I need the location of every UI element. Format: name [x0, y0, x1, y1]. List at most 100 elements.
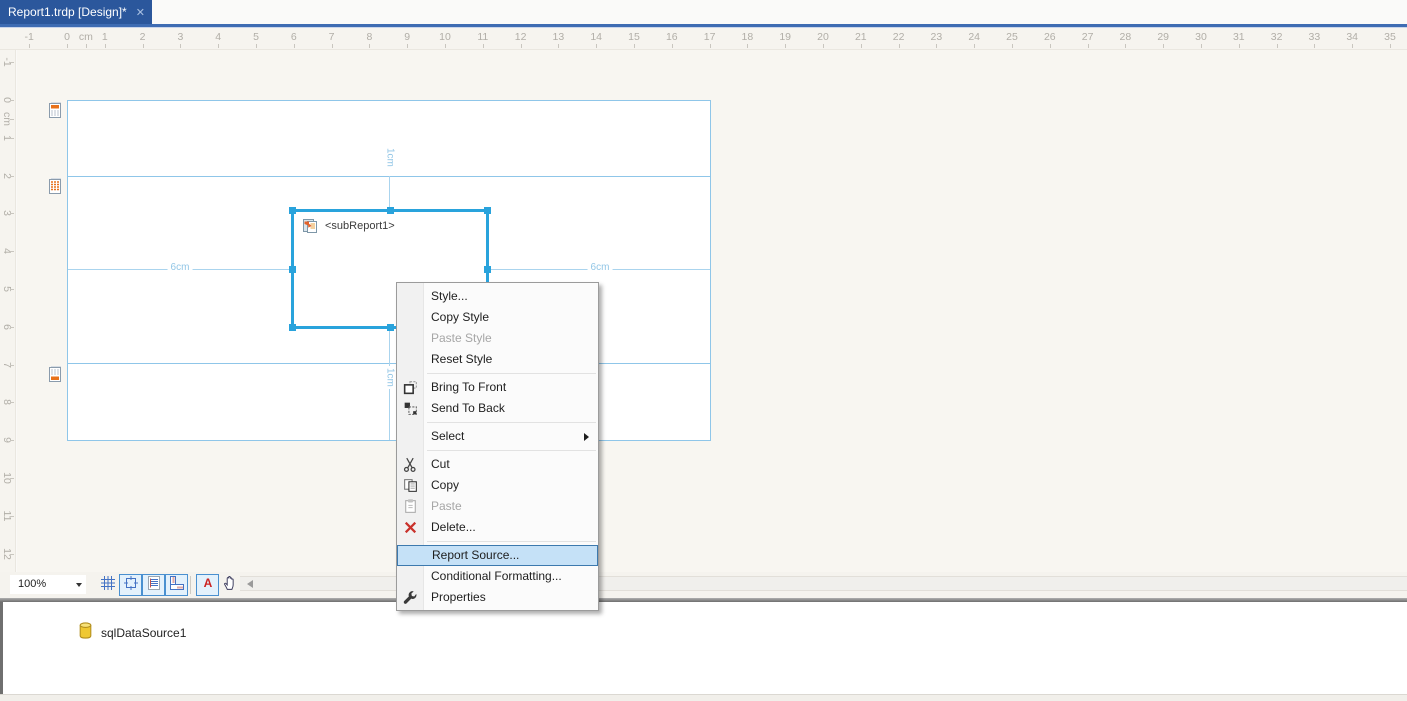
designer-toolbar: 100% A [0, 572, 1407, 598]
zoom-combobox[interactable]: 100% [10, 575, 86, 594]
h-ruler-label: 18 [741, 31, 754, 43]
ruler-tick [1049, 44, 1051, 48]
measure-line-top [389, 176, 390, 210]
menu-item-paste-style: Paste Style [397, 328, 598, 349]
menu-item-style[interactable]: Style... [397, 286, 598, 307]
section-selector-page-header[interactable] [47, 101, 64, 120]
selection-handle[interactable] [289, 324, 296, 331]
selection-handle[interactable] [386, 324, 394, 331]
ruler-tick [67, 44, 68, 48]
menu-item-label: Paste [431, 499, 462, 513]
bottom-border-strip [0, 694, 1407, 701]
h-ruler-label: 9 [404, 31, 411, 43]
ruler-tick [293, 44, 295, 48]
menu-item-reset-style[interactable]: Reset Style [397, 349, 598, 370]
selection-handle[interactable] [484, 265, 491, 273]
h-ruler-label: 31 [1232, 31, 1245, 43]
ruler-tick [29, 44, 31, 48]
measure-label-bottom: 1cm [384, 366, 396, 389]
menu-item-label: Paste Style [431, 331, 492, 345]
menu-item-conditional-formatting[interactable]: Conditional Formatting... [397, 566, 598, 587]
h-ruler-label: 8 [366, 31, 373, 43]
svg-text:A: A [203, 576, 212, 590]
ruler-tick [85, 44, 87, 48]
copy-icon [402, 477, 419, 494]
toolbar-button-snap-lines[interactable] [142, 574, 165, 596]
menu-item-select[interactable]: Select [397, 426, 598, 447]
ruler-tick [10, 213, 14, 215]
ruler-tick [1352, 44, 1354, 48]
menu-item-send-to-back[interactable]: Send To Back [397, 398, 598, 419]
h-ruler-label: 6 [290, 31, 297, 43]
toolbar-button-pan-tool[interactable] [219, 574, 242, 596]
hand-icon [222, 574, 239, 596]
cut-icon [402, 456, 419, 473]
selection-handle[interactable] [386, 207, 394, 214]
ruler-tick [10, 364, 14, 366]
ruler-tick [1201, 44, 1202, 48]
selection-handle[interactable] [289, 265, 296, 273]
toolbar-button-show-grid[interactable] [96, 574, 119, 596]
menu-item-cut[interactable]: Cut [397, 454, 598, 475]
section-selector-detail[interactable] [47, 177, 64, 196]
h-ruler-label: 28 [1119, 31, 1132, 43]
h-ruler-label: 35 [1384, 31, 1396, 43]
data-explorer-panel: sqlDataSource1 [0, 602, 1407, 694]
chevron-down-icon[interactable] [76, 583, 82, 587]
h-ruler-label: 12 [514, 31, 527, 43]
menu-item-report-source[interactable]: Report Source... [397, 545, 598, 566]
tab-report1-design[interactable]: Report1.trdp [Design]* ✕ [0, 0, 152, 24]
ruler-tick [10, 402, 14, 404]
paste-icon [402, 498, 419, 515]
ruler-tick [10, 137, 14, 139]
h-ruler-label: 33 [1308, 31, 1321, 43]
ruler-tick [1163, 44, 1165, 48]
toolbar-button-snap-to-grid[interactable] [119, 574, 142, 596]
h-ruler-label: 26 [1043, 31, 1056, 43]
h-ruler-label: 1 [101, 31, 108, 43]
ruler-tick [596, 44, 598, 48]
delete-icon [402, 519, 419, 536]
design-surface[interactable]: 6cm 6cm 1cm 1cm <subReport1> [17, 50, 1407, 572]
selection-handle[interactable] [289, 207, 296, 214]
menu-item-label: Copy Style [431, 310, 490, 324]
datasource-item[interactable]: sqlDataSource1 [78, 622, 186, 644]
ruler-tick [785, 44, 787, 48]
section-selector-page-footer[interactable] [47, 365, 64, 384]
ruler-tick [10, 175, 14, 177]
scroll-left-arrow-icon[interactable] [247, 580, 253, 588]
measure-label-right: 6cm [587, 262, 613, 273]
ruler-tick [10, 289, 14, 290]
ruler-tick [1012, 44, 1013, 48]
subreport-icon [302, 218, 318, 234]
ruler-tick [10, 553, 14, 555]
h-ruler-label: 4 [215, 31, 222, 43]
selection-handle[interactable] [484, 207, 491, 214]
menu-separator [427, 373, 596, 374]
ruler-tick [671, 44, 673, 48]
vertical-ruler: -1 0 cm 1 2 3 4 5 6 7 8 9 10 11 12 [0, 50, 16, 572]
toolbar-button-font-preview[interactable]: A [196, 574, 219, 596]
ruler-tick [1238, 44, 1240, 48]
ruler-tick [407, 44, 409, 48]
menu-item-bring-to-front[interactable]: Bring To Front [397, 377, 598, 398]
ruler-tick [369, 44, 371, 48]
database-icon [78, 622, 93, 644]
menu-separator [427, 541, 596, 542]
page-footer-icon [47, 366, 64, 388]
toolbar-button-show-rulers[interactable] [165, 574, 188, 596]
tab-close-icon[interactable]: ✕ [136, 6, 145, 19]
menu-item-delete[interactable]: Delete... [397, 517, 598, 538]
h-ruler-label: 14 [590, 31, 603, 43]
ruler-tick [936, 44, 938, 48]
menu-item-properties[interactable]: Properties [397, 587, 598, 608]
h-ruler-label: 34 [1346, 31, 1359, 43]
menu-item-label: Send To Back [431, 401, 505, 415]
menu-item-copy-style[interactable]: Copy Style [397, 307, 598, 328]
zoom-value: 100% [18, 578, 47, 590]
h-ruler-label: 5 [253, 31, 259, 43]
ruler-tick [142, 44, 144, 48]
menu-item-copy[interactable]: Copy [397, 475, 598, 496]
ruler-tick [860, 44, 862, 48]
h-ruler-label: 22 [892, 31, 905, 43]
